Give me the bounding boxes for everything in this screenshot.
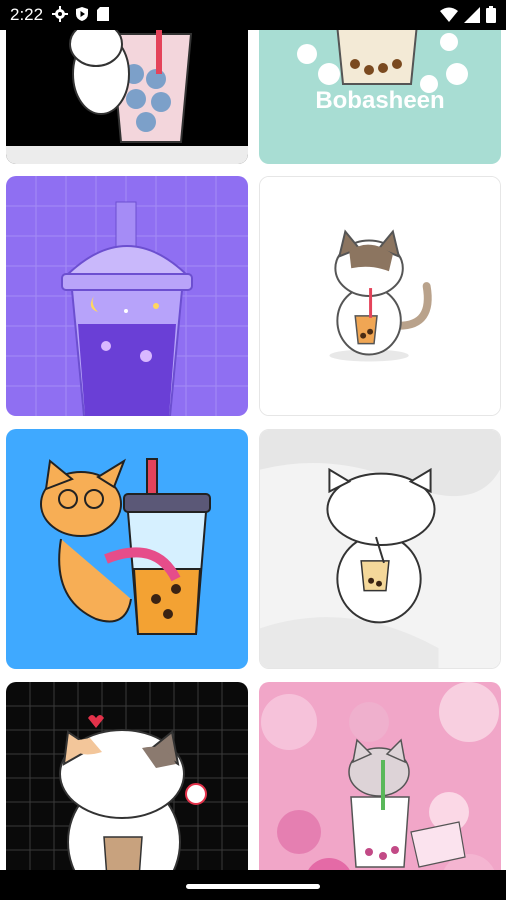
wallpaper-orange-cat-boba[interactable] bbox=[6, 429, 248, 669]
wallpaper-grid: Bobasheen bbox=[0, 30, 506, 870]
status-bar: 2:22 bbox=[0, 0, 506, 30]
wifi-icon bbox=[440, 7, 458, 23]
wallpaper-calico-cat-boba[interactable] bbox=[259, 176, 501, 416]
wallpaper-caption: Bobasheen bbox=[315, 87, 445, 114]
status-time: 2:22 bbox=[10, 5, 44, 24]
wallpaper-cat-boba-grid[interactable] bbox=[6, 682, 248, 870]
signal-icon bbox=[464, 6, 480, 23]
wallpaper-pink-cat-boba[interactable] bbox=[259, 682, 501, 870]
wallpaper-purple-boba-cup[interactable] bbox=[6, 176, 248, 416]
home-gesture-handle[interactable] bbox=[186, 884, 320, 889]
wallpaper-bobasheen[interactable]: Bobasheen bbox=[259, 30, 501, 164]
wallpaper-white-cat-boba[interactable] bbox=[259, 429, 501, 669]
battery-icon bbox=[486, 6, 496, 23]
sd-card-icon bbox=[96, 6, 110, 22]
shield-play-icon bbox=[74, 6, 90, 22]
wallpaper-cat-boba-black[interactable] bbox=[6, 30, 248, 164]
gear-icon bbox=[52, 6, 68, 22]
navigation-bar bbox=[0, 870, 506, 900]
